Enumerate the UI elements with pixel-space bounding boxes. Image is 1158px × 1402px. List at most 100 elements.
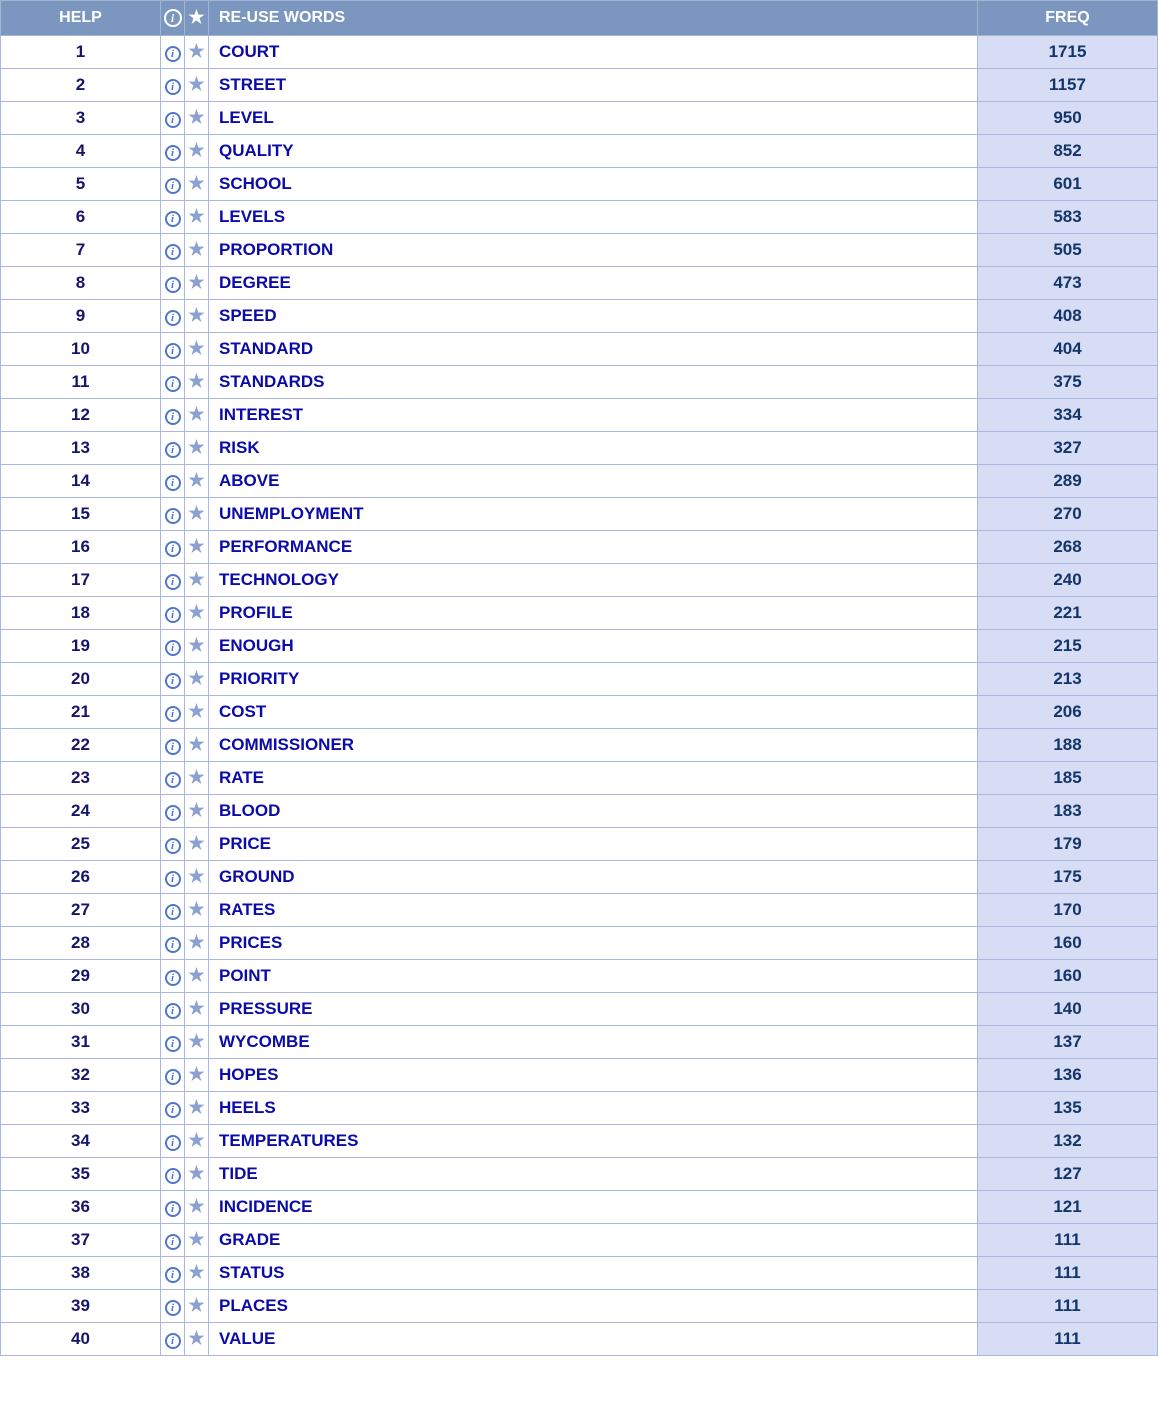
star-icon[interactable]: ★	[185, 927, 209, 960]
word-link[interactable]: GRADE	[219, 1230, 280, 1249]
info-icon[interactable]: i	[161, 1290, 185, 1323]
word-link[interactable]: SPEED	[219, 306, 277, 325]
word-link[interactable]: PRICE	[219, 834, 271, 853]
info-icon[interactable]: i	[161, 432, 185, 465]
info-icon[interactable]: i	[161, 531, 185, 564]
info-icon[interactable]: i	[161, 267, 185, 300]
star-icon[interactable]: ★	[185, 696, 209, 729]
info-icon[interactable]: i	[161, 993, 185, 1026]
info-icon[interactable]: i	[161, 927, 185, 960]
star-icon[interactable]: ★	[185, 69, 209, 102]
star-icon[interactable]: ★	[185, 1323, 209, 1356]
star-icon[interactable]: ★	[185, 1257, 209, 1290]
info-icon[interactable]: i	[161, 168, 185, 201]
star-icon[interactable]: ★	[185, 729, 209, 762]
word-link[interactable]: HEELS	[219, 1098, 276, 1117]
info-icon[interactable]: i	[161, 399, 185, 432]
info-icon[interactable]: i	[161, 1026, 185, 1059]
word-link[interactable]: PROFILE	[219, 603, 293, 622]
word-link[interactable]: STANDARDS	[219, 372, 324, 391]
info-icon[interactable]: i	[161, 597, 185, 630]
info-icon[interactable]: i	[161, 795, 185, 828]
word-link[interactable]: HOPES	[219, 1065, 279, 1084]
word-link[interactable]: COURT	[219, 42, 279, 61]
star-icon[interactable]: ★	[185, 828, 209, 861]
word-link[interactable]: TIDE	[219, 1164, 258, 1183]
star-icon[interactable]: ★	[185, 201, 209, 234]
star-icon[interactable]: ★	[185, 861, 209, 894]
word-link[interactable]: LEVELS	[219, 207, 285, 226]
word-link[interactable]: RISK	[219, 438, 260, 457]
word-link[interactable]: PERFORMANCE	[219, 537, 352, 556]
star-icon[interactable]: ★	[185, 1059, 209, 1092]
header-info-icon[interactable]: i	[161, 1, 185, 36]
word-link[interactable]: INCIDENCE	[219, 1197, 313, 1216]
word-link[interactable]: LEVEL	[219, 108, 274, 127]
star-icon[interactable]: ★	[185, 135, 209, 168]
word-link[interactable]: ENOUGH	[219, 636, 294, 655]
star-icon[interactable]: ★	[185, 102, 209, 135]
star-icon[interactable]: ★	[185, 333, 209, 366]
star-icon[interactable]: ★	[185, 795, 209, 828]
star-icon[interactable]: ★	[185, 498, 209, 531]
star-icon[interactable]: ★	[185, 1026, 209, 1059]
word-link[interactable]: STREET	[219, 75, 286, 94]
word-link[interactable]: PRIORITY	[219, 669, 299, 688]
info-icon[interactable]: i	[161, 1125, 185, 1158]
star-icon[interactable]: ★	[185, 1224, 209, 1257]
star-icon[interactable]: ★	[185, 1158, 209, 1191]
word-link[interactable]: PLACES	[219, 1296, 288, 1315]
star-icon[interactable]: ★	[185, 366, 209, 399]
info-icon[interactable]: i	[161, 1323, 185, 1356]
info-icon[interactable]: i	[161, 333, 185, 366]
word-link[interactable]: BLOOD	[219, 801, 280, 820]
word-link[interactable]: UNEMPLOYMENT	[219, 504, 364, 523]
word-link[interactable]: TEMPERATURES	[219, 1131, 358, 1150]
word-link[interactable]: PRESSURE	[219, 999, 313, 1018]
star-icon[interactable]: ★	[185, 465, 209, 498]
star-icon[interactable]: ★	[185, 36, 209, 69]
word-link[interactable]: RATES	[219, 900, 275, 919]
info-icon[interactable]: i	[161, 1092, 185, 1125]
star-icon[interactable]: ★	[185, 762, 209, 795]
word-link[interactable]: STANDARD	[219, 339, 313, 358]
info-icon[interactable]: i	[161, 960, 185, 993]
info-icon[interactable]: i	[161, 564, 185, 597]
info-icon[interactable]: i	[161, 894, 185, 927]
info-icon[interactable]: i	[161, 1158, 185, 1191]
word-link[interactable]: TECHNOLOGY	[219, 570, 339, 589]
info-icon[interactable]: i	[161, 1224, 185, 1257]
word-link[interactable]: PRICES	[219, 933, 282, 952]
info-icon[interactable]: i	[161, 498, 185, 531]
word-link[interactable]: GROUND	[219, 867, 295, 886]
word-link[interactable]: ABOVE	[219, 471, 279, 490]
star-icon[interactable]: ★	[185, 432, 209, 465]
star-icon[interactable]: ★	[185, 993, 209, 1026]
info-icon[interactable]: i	[161, 135, 185, 168]
word-link[interactable]: VALUE	[219, 1329, 275, 1348]
star-icon[interactable]: ★	[185, 894, 209, 927]
info-icon[interactable]: i	[161, 69, 185, 102]
header-word[interactable]: RE-USE WORDS	[209, 1, 978, 36]
star-icon[interactable]: ★	[185, 1092, 209, 1125]
info-icon[interactable]: i	[161, 234, 185, 267]
word-link[interactable]: POINT	[219, 966, 271, 985]
word-link[interactable]: RATE	[219, 768, 264, 787]
info-icon[interactable]: i	[161, 201, 185, 234]
info-icon[interactable]: i	[161, 300, 185, 333]
star-icon[interactable]: ★	[185, 663, 209, 696]
info-icon[interactable]: i	[161, 465, 185, 498]
info-icon[interactable]: i	[161, 696, 185, 729]
star-icon[interactable]: ★	[185, 168, 209, 201]
star-icon[interactable]: ★	[185, 597, 209, 630]
star-icon[interactable]: ★	[185, 630, 209, 663]
word-link[interactable]: STATUS	[219, 1263, 284, 1282]
info-icon[interactable]: i	[161, 729, 185, 762]
info-icon[interactable]: i	[161, 36, 185, 69]
info-icon[interactable]: i	[161, 762, 185, 795]
word-link[interactable]: COMMISSIONER	[219, 735, 354, 754]
word-link[interactable]: DEGREE	[219, 273, 291, 292]
word-link[interactable]: COST	[219, 702, 266, 721]
info-icon[interactable]: i	[161, 663, 185, 696]
star-icon[interactable]: ★	[185, 300, 209, 333]
